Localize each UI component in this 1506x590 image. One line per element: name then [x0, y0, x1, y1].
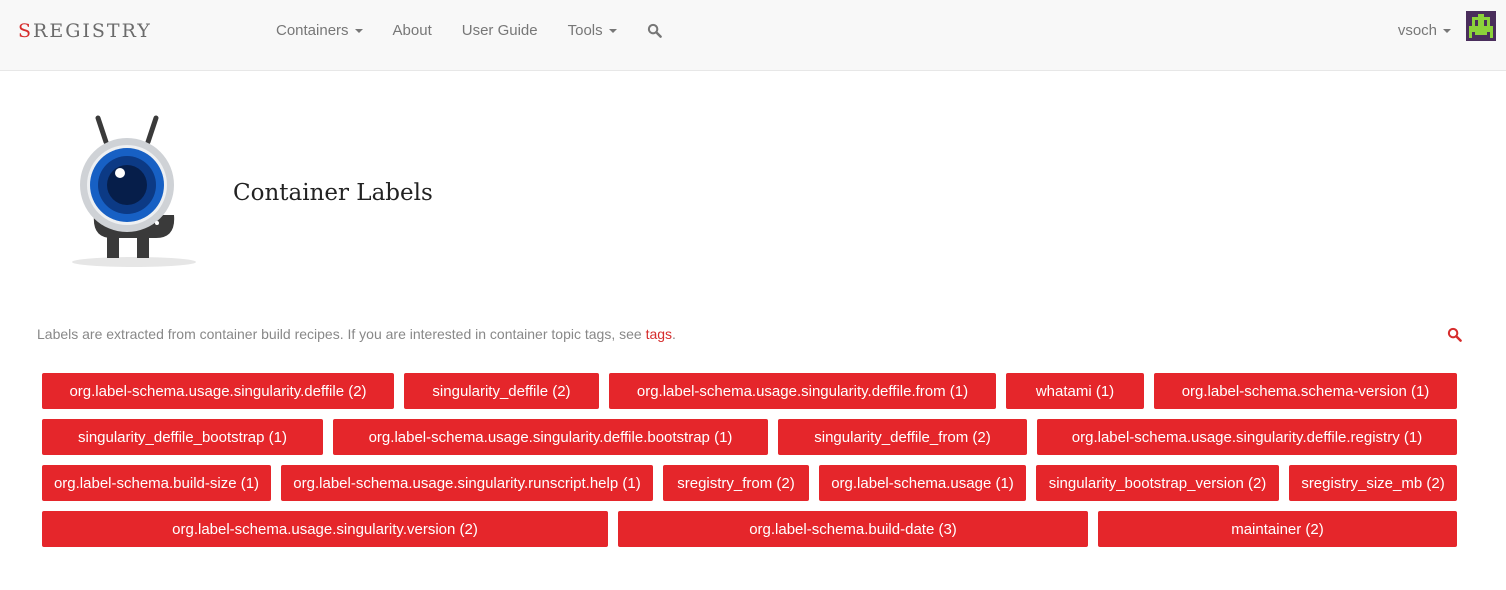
- label-button[interactable]: org.label-schema.usage.singularity.deffi…: [1037, 419, 1457, 455]
- label-button[interactable]: org.label-schema.usage.singularity.versi…: [42, 511, 608, 547]
- brand-text: REGISTRY: [33, 20, 152, 42]
- brand-logo[interactable]: SREGISTRY: [18, 20, 152, 42]
- caret-down-icon: [354, 28, 363, 33]
- label-button[interactable]: org.label-schema.usage.singularity.deffi…: [42, 373, 394, 409]
- label-row: org.label-schema.usage.singularity.versi…: [42, 511, 1457, 547]
- user-name: vsoch: [1397, 22, 1437, 39]
- brand-initial: S: [18, 20, 34, 42]
- nav-user-guide-label: User Guide: [461, 22, 538, 39]
- navbar: SREGISTRY Containers About User Guide To…: [0, 0, 1506, 71]
- filter-search-button[interactable]: [1447, 327, 1462, 347]
- nav-about-label: About: [392, 22, 432, 39]
- nav-search-button[interactable]: [647, 22, 662, 39]
- intro-body: Labels are extracted from container buil…: [37, 326, 646, 342]
- nav-containers[interactable]: Containers: [276, 22, 363, 39]
- label-button[interactable]: org.label-schema.schema-version (1): [1154, 373, 1457, 409]
- label-button[interactable]: org.label-schema.usage.singularity.runsc…: [281, 465, 653, 501]
- label-row: singularity_deffile_bootstrap (1) org.la…: [42, 419, 1457, 455]
- robot-avatar-icon: [1469, 14, 1493, 38]
- label-button[interactable]: maintainer (2): [1098, 511, 1457, 547]
- label-button[interactable]: singularity_bootstrap_version (2): [1036, 465, 1279, 501]
- user-menu[interactable]: vsoch: [1398, 22, 1451, 39]
- tags-link[interactable]: tags: [646, 326, 672, 342]
- search-icon: [1447, 327, 1462, 342]
- main-nav: Containers About User Guide Tools: [276, 22, 692, 39]
- label-button[interactable]: singularity_deffile (2): [404, 373, 599, 409]
- label-row: org.label-schema.usage.singularity.deffi…: [42, 373, 1457, 409]
- label-list: org.label-schema.usage.singularity.deffi…: [42, 373, 1457, 557]
- caret-down-icon: [608, 28, 617, 33]
- nav-user-guide[interactable]: User Guide: [462, 22, 538, 39]
- nav-tools[interactable]: Tools: [568, 22, 617, 39]
- label-button[interactable]: org.label-schema.build-size (1): [42, 465, 271, 501]
- caret-down-icon: [1443, 28, 1451, 33]
- page-title: Container Labels: [233, 180, 433, 206]
- nav-tools-label: Tools: [567, 22, 603, 39]
- intro-end: .: [672, 326, 676, 342]
- search-icon: [647, 23, 662, 38]
- nav-containers-label: Containers: [276, 22, 349, 39]
- label-row: org.label-schema.build-size (1) org.labe…: [42, 465, 1457, 501]
- label-button[interactable]: org.label-schema.usage.singularity.deffi…: [609, 373, 996, 409]
- label-button[interactable]: org.label-schema.usage (1): [819, 465, 1026, 501]
- nav-about[interactable]: About: [393, 22, 432, 39]
- label-button[interactable]: org.label-schema.usage.singularity.deffi…: [333, 419, 768, 455]
- label-button[interactable]: singularity_deffile_bootstrap (1): [42, 419, 323, 455]
- robot-mascot-icon: [72, 115, 196, 267]
- label-button[interactable]: whatami (1): [1006, 373, 1144, 409]
- label-button[interactable]: sregistry_size_mb (2): [1289, 465, 1457, 501]
- label-button[interactable]: singularity_deffile_from (2): [778, 419, 1027, 455]
- intro-text: Labels are extracted from container buil…: [37, 326, 676, 342]
- avatar[interactable]: [1466, 11, 1496, 41]
- label-button[interactable]: org.label-schema.build-date (3): [618, 511, 1088, 547]
- label-button[interactable]: sregistry_from (2): [663, 465, 809, 501]
